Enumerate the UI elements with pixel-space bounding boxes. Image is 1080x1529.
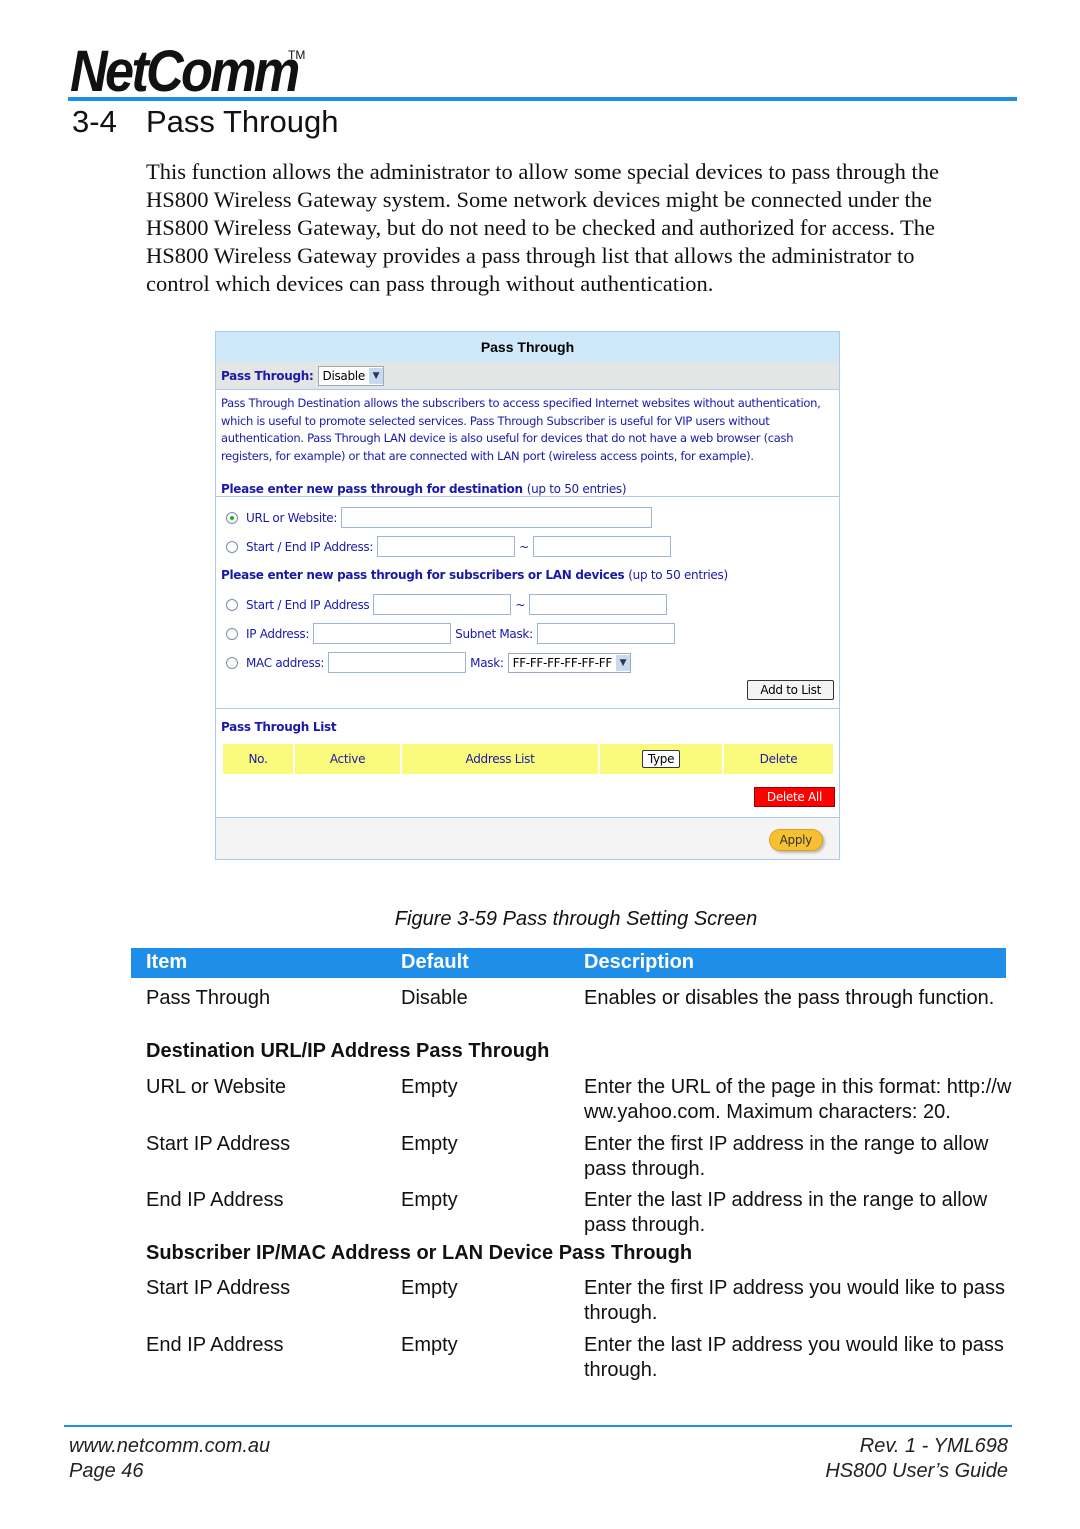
chevron-down-icon: ▼ bbox=[615, 654, 630, 671]
sub-heading: Please enter new pass through for subscr… bbox=[221, 568, 625, 582]
default: Empty bbox=[401, 1133, 458, 1155]
dest-end-ip-input[interactable] bbox=[532, 536, 671, 557]
url-label: URL or Website: bbox=[246, 510, 338, 525]
col-active: Active bbox=[295, 744, 400, 774]
intro-paragraph: This function allows the administrator t… bbox=[146, 159, 939, 296]
default: Disable bbox=[401, 987, 468, 1009]
tilde: ~ bbox=[519, 539, 529, 554]
apply-button[interactable]: Apply bbox=[768, 829, 823, 851]
mask-value: FF-FF-FF-FF-FF-FF bbox=[512, 655, 613, 670]
dest-range-label: Start / End IP Address: bbox=[246, 539, 374, 554]
sub-start-ip-input[interactable] bbox=[373, 594, 512, 615]
trademark: TM bbox=[288, 48, 306, 62]
apply-bar bbox=[216, 817, 839, 859]
pass-through-list-table: No. Active Address List Type Delete bbox=[221, 742, 835, 776]
description: Enter the first IP address in the range … bbox=[584, 1133, 989, 1180]
default: Empty bbox=[401, 1076, 458, 1098]
divider bbox=[216, 708, 839, 709]
dest-start-ip-input[interactable] bbox=[377, 536, 516, 557]
section-destination: Destination URL/IP Address Pass Through bbox=[146, 1040, 550, 1062]
footer-left: www.netcomm.com.au Page 46 bbox=[69, 1434, 270, 1484]
item: End IP Address bbox=[146, 1334, 284, 1356]
sub-range-label: Start / End IP Address bbox=[246, 597, 370, 612]
item: Start IP Address bbox=[146, 1277, 291, 1299]
section-subscriber: Subscriber IP/MAC Address or LAN Device … bbox=[146, 1242, 693, 1264]
description: Enter the last IP address in the range t… bbox=[584, 1189, 988, 1236]
default: Empty bbox=[401, 1189, 458, 1211]
col-address-list: Address List bbox=[402, 744, 598, 774]
delete-all-button[interactable]: Delete All bbox=[753, 787, 835, 807]
header-item: Item bbox=[146, 951, 188, 973]
dest-note: (up to 50 entries) bbox=[526, 482, 627, 496]
item: Start IP Address bbox=[146, 1133, 291, 1155]
mask-label: Mask: bbox=[470, 655, 504, 670]
url-input[interactable] bbox=[341, 507, 653, 528]
footer-website[interactable]: www.netcomm.com.au bbox=[69, 1434, 270, 1459]
dest-heading: Please enter new pass through for destin… bbox=[221, 482, 523, 496]
ui-title: Pass Through bbox=[216, 332, 839, 362]
chevron-down-icon: ▼ bbox=[368, 367, 383, 384]
add-to-list-button[interactable]: Add to List bbox=[747, 680, 834, 700]
col-no: No. bbox=[223, 744, 293, 774]
section-heading: 3-4 Pass Through bbox=[72, 104, 338, 140]
pass-through-screenshot: Pass Through Pass Through: Disable ▼ Pass… bbox=[215, 331, 840, 860]
dest-range-radio[interactable] bbox=[226, 540, 238, 553]
sub-range-radio[interactable] bbox=[226, 598, 238, 611]
description: Enter the URL of the page in this format… bbox=[584, 1076, 1012, 1123]
sub-note: (up to 50 entries) bbox=[628, 568, 728, 582]
sub-end-ip-input[interactable] bbox=[529, 594, 668, 615]
footer-page: Page 46 bbox=[69, 1460, 144, 1482]
pass-through-bar: Pass Through: Disable ▼ bbox=[216, 362, 839, 390]
mac-radio[interactable] bbox=[226, 656, 238, 669]
header-description: Description bbox=[584, 951, 695, 973]
pass-through-value: Disable bbox=[322, 368, 366, 383]
default: Empty bbox=[401, 1334, 458, 1356]
pass-through-label: Pass Through: bbox=[221, 368, 314, 383]
description: Enter the last IP address you would like… bbox=[584, 1334, 1004, 1381]
col-delete: Delete bbox=[724, 744, 833, 774]
footer-rev: Rev. 1 - YML698 bbox=[859, 1435, 1008, 1457]
ui-description: Pass Through Destination allows the subs… bbox=[216, 390, 839, 497]
ip-radio[interactable] bbox=[226, 627, 238, 640]
section-number: 3-4 bbox=[72, 104, 117, 139]
mask-select[interactable]: FF-FF-FF-FF-FF-FF ▼ bbox=[507, 652, 631, 673]
header-rule bbox=[68, 97, 1017, 101]
type-button[interactable]: Type bbox=[641, 750, 681, 768]
footer-rule bbox=[64, 1425, 1012, 1427]
footer-right: Rev. 1 - YML698 HS800 User’s Guide bbox=[825, 1434, 1008, 1484]
section-title: Pass Through bbox=[146, 104, 339, 139]
subnet-label: Subnet Mask: bbox=[455, 626, 533, 641]
subnet-input[interactable] bbox=[536, 623, 675, 644]
default: Empty bbox=[401, 1277, 458, 1299]
description: Enables or disables the pass through fun… bbox=[584, 987, 995, 1009]
item: End IP Address bbox=[146, 1189, 284, 1211]
table-header: Item Default Description bbox=[131, 948, 1006, 978]
footer-guide: HS800 User’s Guide bbox=[825, 1460, 1008, 1482]
item: URL or Website bbox=[146, 1076, 287, 1098]
ip-input[interactable] bbox=[313, 623, 452, 644]
pass-through-select[interactable]: Disable ▼ bbox=[317, 365, 384, 386]
mac-input[interactable] bbox=[328, 652, 467, 673]
header-default: Default bbox=[401, 951, 469, 973]
tilde: ~ bbox=[515, 597, 526, 612]
item: Pass Through bbox=[146, 987, 271, 1009]
description: Enter the first IP address you would lik… bbox=[584, 1277, 1005, 1324]
figure-caption: Figure 3-59 Pass through Setting Screen bbox=[394, 908, 758, 930]
ip-label: IP Address: bbox=[246, 626, 310, 641]
mac-label: MAC address: bbox=[246, 655, 325, 670]
list-heading: Pass Through List bbox=[221, 720, 337, 734]
netcomm-logo: NetComm bbox=[70, 39, 300, 104]
url-radio[interactable] bbox=[226, 511, 238, 524]
